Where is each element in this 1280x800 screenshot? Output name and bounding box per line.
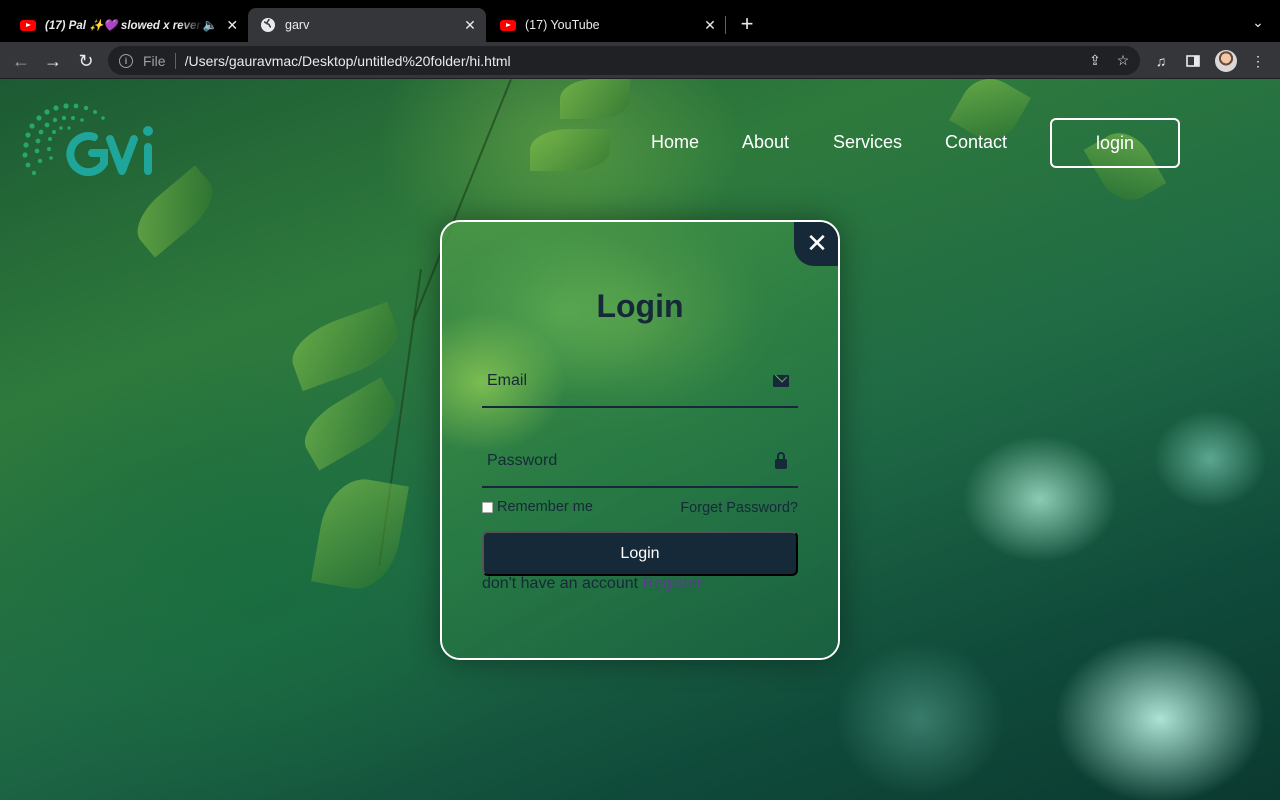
register-text: don't have an account — [482, 575, 639, 592]
logo-letters — [66, 126, 153, 177]
mail-icon — [772, 372, 790, 390]
remember-me[interactable]: Remember me — [482, 499, 593, 515]
side-panel-icon[interactable] — [1181, 49, 1205, 73]
nav-services[interactable]: Services — [833, 132, 902, 153]
forgot-password-link[interactable]: Forget Password? — [680, 500, 798, 516]
password-input[interactable] — [482, 438, 772, 484]
url-scheme: File — [143, 52, 166, 69]
close-tab-icon[interactable]: ✕ — [462, 17, 478, 33]
speaker-icon[interactable]: 🔈 — [203, 18, 218, 32]
page-viewport: Home About Services Contact login ✕ Logi… — [0, 79, 1280, 800]
login-modal: ✕ Login Remember me Forget Password? Log… — [440, 220, 840, 660]
new-tab-button[interactable]: + — [736, 13, 758, 36]
tab-title: (17) Pal ✨💜 slowed x reverb — [45, 20, 203, 32]
chevron-down-icon[interactable]: ⌄ — [1248, 14, 1268, 34]
divider — [174, 52, 176, 69]
tab-garv[interactable]: garv ✕ — [248, 8, 486, 42]
profile-avatar[interactable] — [1215, 50, 1237, 72]
nav-home[interactable]: Home — [651, 132, 699, 153]
register-prompt: don't have an account Register — [482, 575, 702, 593]
star-icon[interactable]: ☆ — [1112, 50, 1134, 72]
leaf-decoration — [283, 301, 407, 392]
leaf-decoration — [530, 129, 610, 171]
reload-icon[interactable]: ↻ — [73, 48, 99, 74]
nav-about[interactable]: About — [742, 132, 789, 153]
email-input[interactable] — [482, 358, 772, 404]
address-bar[interactable]: i File /Users/gauravmac/Desktop/untitled… — [108, 46, 1140, 75]
url-text[interactable]: /Users/gauravmac/Desktop/untitled%20fold… — [185, 53, 1084, 69]
remember-label: Remember me — [497, 499, 593, 515]
tab-youtube[interactable]: (17) YouTube ✕ — [488, 8, 726, 42]
more-menu-icon[interactable]: ⋮ — [1246, 49, 1270, 73]
modal-title: Login — [596, 288, 684, 324]
globe-icon — [260, 17, 276, 33]
media-control-icon[interactable]: ♫ — [1149, 49, 1173, 73]
leaf-decoration — [311, 472, 409, 596]
leaf-decoration — [294, 377, 406, 471]
register-link[interactable]: Register — [643, 575, 703, 592]
login-submit-button[interactable]: Login — [482, 531, 798, 576]
info-icon[interactable]: i — [119, 53, 133, 68]
password-field — [482, 438, 798, 488]
close-icon[interactable]: ✕ — [794, 222, 838, 266]
back-arrow-icon[interactable]: ← — [8, 48, 34, 74]
tab-separator — [725, 16, 726, 34]
close-tab-icon[interactable]: ✕ — [702, 17, 718, 33]
youtube-icon — [500, 17, 516, 33]
tab-title: garv — [285, 18, 310, 32]
browser-toolbar: ← → ↻ i File /Users/gauravmac/Desktop/un… — [0, 42, 1280, 79]
remember-checkbox[interactable] — [482, 501, 493, 513]
nav-contact[interactable]: Contact — [945, 132, 1007, 153]
share-icon[interactable]: ⇪ — [1084, 50, 1106, 72]
email-field — [482, 358, 798, 408]
tab-title: (17) YouTube — [525, 18, 600, 32]
forward-arrow-icon[interactable]: → — [40, 48, 66, 74]
header-login-button[interactable]: login — [1050, 118, 1180, 168]
close-tab-icon[interactable]: ✕ — [225, 17, 240, 33]
lock-icon — [772, 452, 790, 470]
tab-strip: (17) Pal ✨💜 slowed x reverb 🔈 ✕ garv ✕ (… — [0, 0, 1280, 42]
leaf-decoration — [560, 79, 630, 119]
tab-youtube-music[interactable]: (17) Pal ✨💜 slowed x reverb 🔈 ✕ — [8, 8, 248, 42]
site-logo[interactable] — [20, 97, 160, 181]
youtube-icon — [20, 17, 36, 33]
